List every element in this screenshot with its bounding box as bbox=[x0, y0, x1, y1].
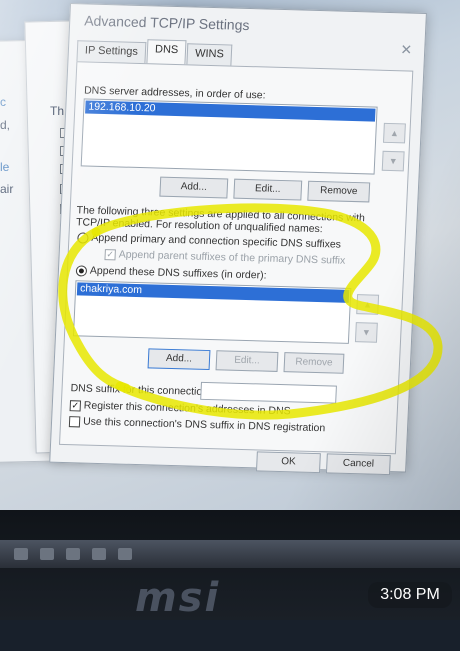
move-up-button[interactable]: ▲ bbox=[383, 122, 406, 144]
monitor-brand-logo: msi bbox=[135, 575, 221, 621]
suffix-move-up-button[interactable]: ▲ bbox=[356, 294, 380, 315]
check-register-addresses[interactable]: ✓ bbox=[69, 400, 82, 412]
ok-button[interactable]: OK bbox=[255, 451, 321, 474]
bg-text-3: le bbox=[0, 160, 10, 174]
bg-text-1: c bbox=[0, 95, 6, 109]
dns-server-item[interactable]: 192.168.10.20 bbox=[85, 100, 376, 122]
taskbar-app-icon[interactable] bbox=[14, 548, 28, 560]
radio-append-primary[interactable] bbox=[77, 232, 89, 244]
timestamp-badge: 3:08 PM bbox=[368, 582, 452, 608]
tab-ip-settings[interactable]: IP Settings bbox=[76, 40, 147, 64]
dns-suffix-item[interactable]: chakriya.com bbox=[76, 282, 350, 303]
close-icon[interactable]: ✕ bbox=[400, 41, 412, 58]
dns-edit-button[interactable]: Edit... bbox=[233, 178, 303, 201]
dns-suffix-list[interactable]: chakriya.com bbox=[72, 280, 352, 344]
move-down-button[interactable]: ▼ bbox=[381, 150, 405, 172]
bg-text-4: air bbox=[0, 182, 14, 196]
viewer-bottom-bar bbox=[0, 620, 460, 651]
radio-append-these[interactable] bbox=[75, 265, 88, 277]
dns-tab-panel: DNS server addresses, in order of use: 1… bbox=[59, 61, 414, 455]
taskbar-app-icon[interactable] bbox=[118, 548, 132, 560]
dialog-title: Advanced TCP/IP Settings bbox=[83, 12, 250, 34]
bg-text-th: Th bbox=[50, 104, 65, 118]
bg-text-2: d, bbox=[0, 118, 11, 132]
radio-append-these-label: Append these DNS suffixes (in order): bbox=[89, 264, 267, 282]
cancel-button[interactable]: Cancel bbox=[325, 453, 391, 476]
dns-suffix-input[interactable] bbox=[200, 381, 337, 404]
dns-remove-button[interactable]: Remove bbox=[307, 180, 371, 203]
check-use-dns-suffix-label: Use this connection's DNS suffix in DNS … bbox=[82, 415, 326, 435]
tab-wins[interactable]: WINS bbox=[186, 43, 233, 66]
taskbar-app-icon[interactable] bbox=[92, 548, 106, 560]
tab-dns[interactable]: DNS bbox=[146, 39, 187, 65]
advanced-tcpip-dialog: Advanced TCP/IP Settings ✕ IP Settings D… bbox=[49, 3, 427, 476]
check-register-addresses-label: Register this connection's addresses in … bbox=[83, 399, 291, 418]
taskbar-app-icon[interactable] bbox=[66, 548, 80, 560]
taskbar-app-icon[interactable] bbox=[40, 548, 54, 560]
dns-server-list[interactable]: 192.168.10.20 bbox=[80, 98, 378, 175]
suffix-move-down-button[interactable]: ▼ bbox=[354, 322, 378, 343]
dns-add-button[interactable]: Add... bbox=[159, 176, 229, 199]
suffix-add-button[interactable]: Add... bbox=[147, 348, 211, 371]
check-use-dns-suffix[interactable] bbox=[68, 416, 81, 428]
check-append-parent[interactable]: ✓ bbox=[104, 249, 116, 261]
dns-suffix-label: DNS suffix for this connection: bbox=[70, 382, 212, 399]
photo-scene: c d, le air Th Advanced TCP/IP Settings … bbox=[0, 0, 460, 651]
suffix-edit-button[interactable]: Edit... bbox=[215, 350, 279, 372]
check-append-parent-label: Append parent suffixes of the primary DN… bbox=[118, 248, 346, 267]
suffix-remove-button[interactable]: Remove bbox=[283, 352, 345, 374]
